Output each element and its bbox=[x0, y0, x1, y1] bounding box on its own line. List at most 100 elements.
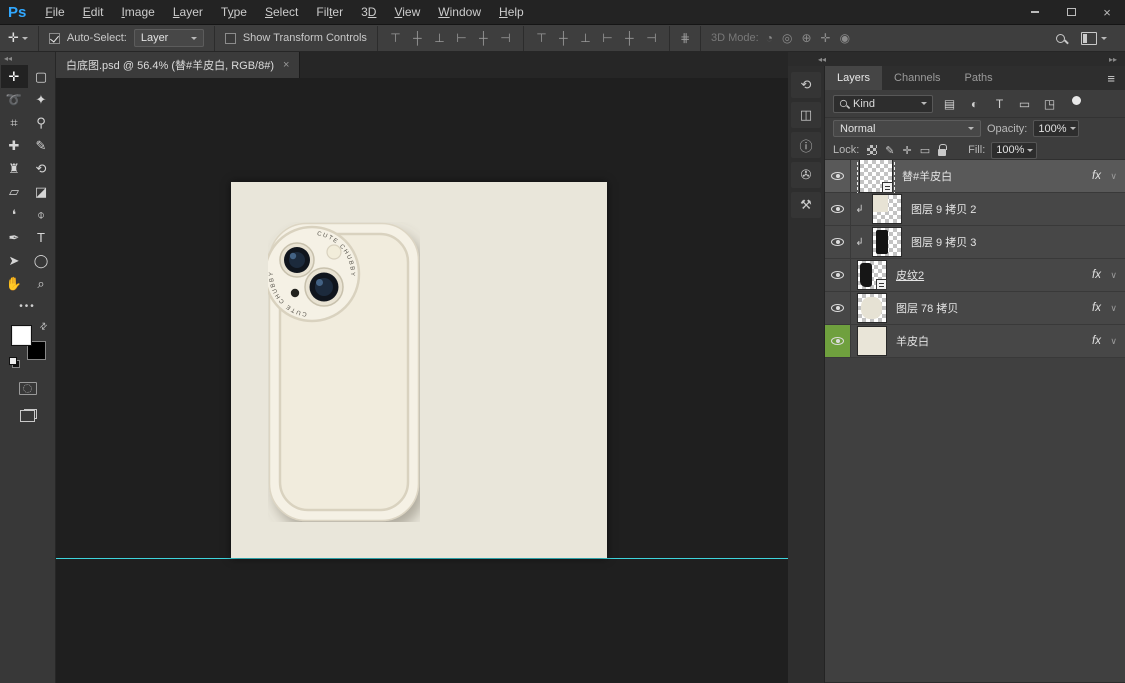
swap-colors-icon[interactable]: ⇄ bbox=[37, 320, 50, 333]
align-vertical-centers-icon[interactable]: ┼ bbox=[410, 31, 425, 45]
menu-help[interactable]: Help bbox=[490, 5, 533, 19]
align-left-edges-icon[interactable]: ⊢ bbox=[454, 31, 469, 45]
search-icon[interactable] bbox=[1056, 34, 1065, 43]
show-transform-controls-checkbox[interactable] bbox=[225, 33, 236, 44]
layer-effects-badge[interactable]: fx bbox=[1092, 302, 1101, 314]
history-panel-icon[interactable]: ⟲ bbox=[791, 72, 821, 98]
lock-all-icon[interactable] bbox=[938, 149, 946, 156]
layer-row-piwen2[interactable]: ↳ 皮纹2 fx ∨ bbox=[825, 259, 1125, 292]
canvas[interactable]: CUTE CHUBBY CUTE CHUBBY bbox=[231, 182, 607, 558]
fill-field[interactable]: 100% bbox=[991, 142, 1037, 159]
brush-tool[interactable]: ✎ bbox=[28, 134, 55, 157]
layer-effects-badge[interactable]: fx bbox=[1092, 170, 1101, 182]
foreground-color-swatch[interactable] bbox=[12, 326, 31, 345]
magic-wand-tool[interactable]: ✦ bbox=[28, 88, 55, 111]
distribute-spacing-icon[interactable]: ⋕ bbox=[680, 31, 690, 45]
opacity-field[interactable]: 100% bbox=[1033, 120, 1079, 137]
distribute-horizontal-centers-icon[interactable]: ┼ bbox=[622, 31, 637, 45]
info-panel-icon[interactable]: ⓘ bbox=[791, 132, 821, 158]
filter-kind-dropdown[interactable]: Kind bbox=[833, 95, 933, 113]
rectangular-marquee-tool[interactable]: ▢ bbox=[28, 65, 55, 88]
menu-image[interactable]: Image bbox=[112, 5, 163, 19]
tab-paths[interactable]: Paths bbox=[953, 66, 1005, 90]
filter-smart-objects-icon[interactable]: ◳ bbox=[1042, 97, 1057, 111]
layer-name[interactable]: 图层 78 拷贝 bbox=[896, 300, 958, 316]
menu-file[interactable]: File bbox=[36, 5, 73, 19]
chevron-down-icon[interactable]: ∨ bbox=[1110, 171, 1117, 182]
edit-toolbar-button[interactable]: ••• bbox=[19, 301, 36, 312]
menu-filter[interactable]: Filter bbox=[307, 5, 352, 19]
panel-menu-icon[interactable]: ≡ bbox=[1107, 66, 1125, 90]
distribute-bottom-edges-icon[interactable]: ⊥ bbox=[578, 31, 593, 45]
chevron-down-icon[interactable]: ∨ bbox=[1110, 270, 1117, 281]
brushes-panel-icon[interactable]: ✇ bbox=[791, 162, 821, 188]
distribute-top-edges-icon[interactable]: ⊤ bbox=[534, 31, 549, 45]
filter-pixel-layers-icon[interactable]: ▤ bbox=[942, 97, 957, 111]
close-button[interactable]: × bbox=[1089, 0, 1125, 24]
layer-effects-badge[interactable]: fx bbox=[1092, 335, 1101, 347]
filter-toggle-icon[interactable] bbox=[1072, 96, 1081, 105]
menu-3d[interactable]: 3D bbox=[352, 5, 385, 19]
filter-adjustment-layers-icon[interactable]: ◐ bbox=[967, 97, 982, 111]
3d-camera-icon[interactable]: ◉ bbox=[840, 31, 850, 45]
default-colors-icon[interactable] bbox=[9, 357, 20, 368]
align-horizontal-centers-icon[interactable]: ┼ bbox=[476, 31, 491, 45]
chevron-down-icon[interactable]: ∨ bbox=[1110, 303, 1117, 314]
auto-select-checkbox[interactable] bbox=[49, 33, 60, 44]
move-tool[interactable]: ✛ bbox=[1, 65, 28, 88]
eyedropper-tool[interactable]: ⚲ bbox=[28, 111, 55, 134]
layer-thumbnail[interactable] bbox=[857, 326, 887, 356]
layer-thumbnail[interactable] bbox=[857, 293, 887, 323]
spot-healing-brush-tool[interactable]: ✚ bbox=[1, 134, 28, 157]
crop-tool[interactable]: ⌗ bbox=[1, 111, 28, 134]
blend-mode-dropdown[interactable]: Normal bbox=[833, 120, 981, 137]
layer-row-tuceng78-copy[interactable]: ↳ 图层 78 拷贝 fx ∨ bbox=[825, 292, 1125, 325]
menu-edit[interactable]: Edit bbox=[74, 5, 113, 19]
layer-thumbnail[interactable] bbox=[859, 159, 893, 193]
tab-channels[interactable]: Channels bbox=[882, 66, 952, 90]
layer-row-tuceng9-copy3[interactable]: ↳ 图层 9 拷贝 3 fx ∨ bbox=[825, 226, 1125, 259]
visibility-toggle[interactable] bbox=[825, 226, 851, 258]
layer-name[interactable]: 替#羊皮白 bbox=[902, 168, 952, 184]
canvas-viewport[interactable]: CUTE CHUBBY CUTE CHUBBY bbox=[56, 78, 788, 683]
layer-name[interactable]: 皮纹2 bbox=[896, 267, 924, 283]
minimize-button[interactable] bbox=[1017, 0, 1053, 24]
lock-artboard-icon[interactable]: ▭ bbox=[920, 144, 930, 157]
filter-type-layers-icon[interactable]: T bbox=[992, 97, 1007, 111]
menu-window[interactable]: Window bbox=[429, 5, 490, 19]
ellipse-tool[interactable]: ◯ bbox=[28, 249, 55, 272]
layer-thumbnail[interactable] bbox=[857, 260, 887, 290]
visibility-toggle[interactable] bbox=[825, 292, 851, 324]
layer-name[interactable]: 图层 9 拷贝 2 bbox=[911, 201, 976, 217]
align-bottom-edges-icon[interactable]: ⊥ bbox=[432, 31, 447, 45]
lock-image-pixels-icon[interactable]: ✎ bbox=[885, 144, 894, 157]
layer-row-tuceng9-copy2[interactable]: ↳ 图层 9 拷贝 2 fx ∨ bbox=[825, 193, 1125, 226]
layer-row-yangpibai[interactable]: ↳ 羊皮白 fx ∨ bbox=[825, 325, 1125, 358]
workspace-switcher[interactable] bbox=[1081, 32, 1107, 45]
tab-layers[interactable]: Layers bbox=[825, 66, 882, 90]
visibility-toggle[interactable] bbox=[825, 325, 851, 357]
lock-position-icon[interactable]: ✛ bbox=[903, 144, 912, 157]
document-tab[interactable]: 白底图.psd @ 56.4% (替#羊皮白, RGB/8#) × bbox=[56, 52, 300, 78]
visibility-toggle[interactable] bbox=[825, 259, 851, 291]
align-right-edges-icon[interactable]: ⊣ bbox=[498, 31, 513, 45]
pen-tool[interactable]: ✒ bbox=[1, 226, 28, 249]
visibility-toggle[interactable] bbox=[825, 160, 851, 192]
eraser-tool[interactable]: ▱ bbox=[1, 180, 28, 203]
layer-row-tihuan-yangpibai[interactable]: ↳ 替#羊皮白 fx ∨ bbox=[825, 160, 1125, 193]
filter-shape-layers-icon[interactable]: ▭ bbox=[1017, 97, 1032, 111]
layer-thumbnail[interactable] bbox=[872, 194, 902, 224]
3d-roll-icon[interactable]: ◎ bbox=[782, 31, 792, 45]
collapse-panels-icon[interactable]: ◂◂ bbox=[818, 55, 826, 64]
type-tool[interactable]: T bbox=[28, 226, 55, 249]
lock-transparent-pixels-icon[interactable] bbox=[867, 145, 877, 155]
expand-panels-icon[interactable]: ▸▸ bbox=[1109, 55, 1117, 64]
menu-select[interactable]: Select bbox=[256, 5, 307, 19]
active-tool-indicator[interactable]: ✛ bbox=[8, 30, 28, 46]
toolbar-collapse-icon[interactable]: ◂◂ bbox=[0, 52, 55, 65]
tool-presets-panel-icon[interactable]: ⚒ bbox=[791, 192, 821, 218]
lasso-tool[interactable]: ➰ bbox=[1, 88, 28, 111]
layer-effects-badge[interactable]: fx bbox=[1092, 269, 1101, 281]
history-brush-tool[interactable]: ⟲ bbox=[28, 157, 55, 180]
maximize-button[interactable] bbox=[1053, 0, 1089, 24]
